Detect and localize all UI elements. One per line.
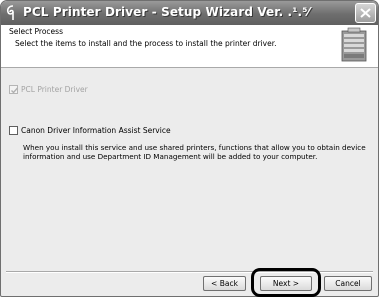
options-panel: PCL Printer Driver Canon Driver Informat…	[1, 68, 378, 273]
page-description: Select the items to install and the proc…	[15, 39, 277, 48]
pcl-driver-checkbox	[9, 85, 19, 94]
assist-service-label[interactable]: Canon Driver Information Assist Service	[21, 126, 171, 135]
printer-setup-graphic	[336, 27, 372, 64]
assist-service-checkbox[interactable]	[9, 126, 18, 135]
printer-swirl-icon	[6, 5, 20, 21]
window-title: PCL Printer Driver - Setup Wizard Ver. .…	[23, 5, 310, 19]
service-description: When you install this service and use sh…	[23, 143, 366, 161]
close-button[interactable]	[355, 3, 376, 23]
close-icon	[360, 8, 371, 18]
wizard-header: Select Process Select the items to insta…	[1, 25, 378, 68]
page-title: Select Process	[9, 27, 63, 36]
option-pcl-driver: PCL Printer Driver	[9, 85, 88, 94]
option-assist-service[interactable]: Canon Driver Information Assist Service	[9, 126, 171, 135]
title-bar[interactable]: PCL Printer Driver - Setup Wizard Ver. .…	[1, 1, 378, 25]
pcl-driver-label: PCL Printer Driver	[21, 85, 88, 94]
footer-divider	[6, 271, 373, 273]
setup-wizard-window: PCL Printer Driver - Setup Wizard Ver. .…	[0, 0, 379, 297]
cancel-button[interactable]: Cancel	[324, 276, 372, 291]
next-button[interactable]: Next >	[260, 276, 312, 291]
back-button[interactable]: < Back	[203, 276, 246, 291]
